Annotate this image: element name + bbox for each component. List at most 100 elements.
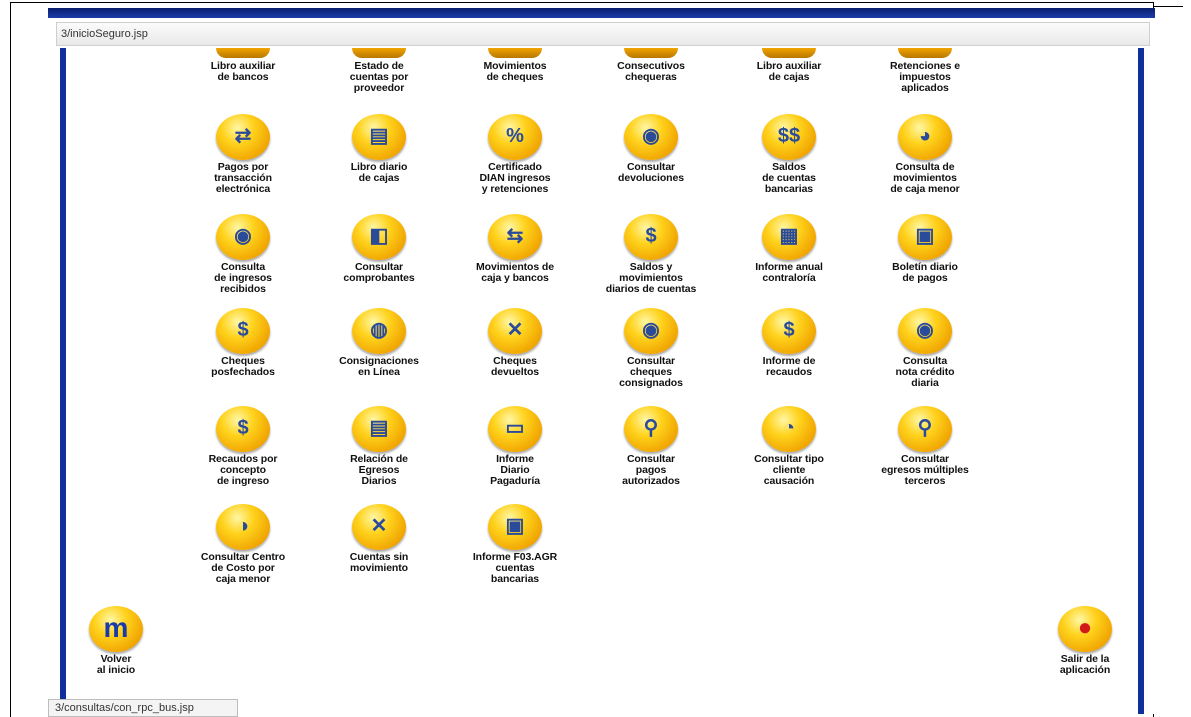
menu-item-consecutivos-chequeras[interactable]: Consecutivos chequeras	[586, 48, 716, 83]
menu-item-label: Saldos y movimientos diarios de cuentas	[605, 261, 697, 295]
menu-item-label: Cheques devueltos	[490, 355, 540, 378]
menu-item-label: Informe F03.AGR cuentas bancarias	[472, 551, 558, 585]
frame-top	[10, 2, 1153, 3]
petty-cash-search-icon: ◕	[898, 114, 952, 160]
cash-register-icon: ▤	[352, 114, 406, 160]
menu-item-label: Informe de recaudos	[762, 355, 816, 378]
authorized-payment-search-icon: ⚲	[624, 406, 678, 452]
daily-balance-icon: $	[624, 214, 678, 260]
menu-item-recaudos-concepto-ingreso[interactable]: $ Recaudos por concepto de ingreso	[178, 406, 308, 487]
certificate-icon: %	[488, 114, 542, 160]
exit-application-label: Salir de la aplicación	[1059, 653, 1111, 676]
client-type-search-icon: ◔	[762, 406, 816, 452]
credit-note-search-icon: ◉	[898, 308, 952, 354]
menu-item-estado-cuentas-proveedor[interactable]: Estado de cuentas por proveedor	[314, 48, 444, 94]
menu-item-label: Libro diario de cajas	[350, 161, 408, 184]
postdated-check-icon: $	[216, 308, 270, 354]
menu-item-saldos-movimientos-diarios[interactable]: $ Saldos y movimientos diarios de cuentas	[586, 214, 716, 295]
daily-expenses-icon: ▤	[352, 406, 406, 452]
menu-item-label: Recaudos por concepto de ingreso	[208, 453, 278, 487]
menu-item-label: Cheques posfechados	[211, 355, 275, 378]
menu-item-label: Consignaciones en Línea	[339, 355, 419, 378]
menu-item-label: Movimientos de caja y bancos	[476, 261, 554, 284]
menu-item-consulta-ingresos-recibidos[interactable]: ◉ Consulta de ingresos recibidos	[178, 214, 308, 295]
menu-item-consultar-comprobantes[interactable]: ◧ Consultar comprobantes	[314, 214, 444, 284]
menu-item-label: Movimientos de cheques	[483, 60, 547, 83]
menu-item-consultar-tipo-cliente-causacion[interactable]: ◔ Consultar tipo cliente causación	[724, 406, 854, 487]
menu-item-label: Consultar pagos autorizados	[622, 453, 680, 487]
bank-balance-icon: $$	[762, 114, 816, 160]
daily-bulletin-icon: ▣	[898, 214, 952, 260]
menu-item-label: Consultar cheques consignados	[619, 355, 683, 389]
exit-icon: ●	[1058, 606, 1112, 652]
menu-item-label: Certificado DIAN ingresos y retenciones	[479, 161, 551, 195]
back-to-home-button[interactable]: m Volver al inicio	[66, 606, 166, 676]
menu-item-boletin-diario-pagos[interactable]: ▣ Boletín diario de pagos	[860, 214, 990, 284]
home-m-icon: m	[89, 606, 143, 652]
menu-item-libro-auxiliar-bancos[interactable]: Libro auxiliar de bancos	[178, 48, 308, 83]
cost-center-search-icon: ◑	[216, 504, 270, 550]
voucher-search-icon: ◧	[352, 214, 406, 260]
menu-item-movimientos-cheques[interactable]: Movimientos de cheques	[450, 48, 580, 83]
menu-item-label: Informe Diario Pagaduría	[490, 453, 540, 487]
browser-window: 3/inicioSeguro.jsp Libro auxiliar de ban…	[48, 8, 1155, 717]
menu-item-informe-anual-contraloria[interactable]: ▦ Informe anual contraloría	[724, 214, 854, 284]
menu-item-informe-recaudos[interactable]: $ Informe de recaudos	[724, 308, 854, 378]
menu-item-certificado-dian[interactable]: % Certificado DIAN ingresos y retenciones	[450, 114, 580, 195]
deposited-check-search-icon: ◉	[624, 308, 678, 354]
menu-item-libro-auxiliar-cajas[interactable]: Libro auxiliar de cajas	[724, 48, 854, 83]
menu-item-consultar-pagos-autorizados[interactable]: ⚲ Consultar pagos autorizados	[586, 406, 716, 487]
menu-item-informe-f03-agr[interactable]: ▣ Informe F03.AGR cuentas bancarias	[450, 504, 580, 585]
menu-item-consultar-cheques-consignados[interactable]: ◉ Consultar cheques consignados	[586, 308, 716, 389]
menu-item-label: Consulta de movimientos de caja menor	[890, 161, 960, 195]
multiple-third-party-icon: ⚲	[898, 406, 952, 452]
menu-item-label: Informe anual contraloría	[755, 261, 823, 284]
menu-item-consulta-movimientos-caja-menor[interactable]: ◕ Consulta de movimientos de caja menor	[860, 114, 990, 195]
collection-concept-icon: $	[216, 406, 270, 452]
bank-accounts-report-icon: ▣	[488, 504, 542, 550]
menu-item-cheques-devueltos[interactable]: ✕ Cheques devueltos	[450, 308, 580, 378]
cash-book-icon	[762, 48, 816, 58]
menu-item-retenciones-impuestos[interactable]: Retenciones e impuestos aplicados	[860, 48, 990, 94]
cash-bank-movement-icon: ⇆	[488, 214, 542, 260]
menu-item-consultar-centro-costo-caja-menor[interactable]: ◑ Consultar Centro de Costo por caja meno…	[178, 504, 308, 585]
menu-item-label: Consulta nota crédito diaria	[895, 355, 955, 389]
checks-movement-icon	[488, 48, 542, 58]
menu-item-consultar-egresos-multiples-terceros[interactable]: ⚲ Consultar egresos múltiples terceros	[860, 406, 990, 487]
address-bar[interactable]: 3/inicioSeguro.jsp	[56, 22, 1150, 46]
menu-item-label: Pagos por transacción electrónica	[214, 161, 272, 195]
menu-item-cheques-posfechados[interactable]: $ Cheques posfechados	[178, 308, 308, 378]
menu-item-label: Retenciones e impuestos aplicados	[890, 60, 960, 94]
menu-item-libro-diario-cajas[interactable]: ▤ Libro diario de cajas	[314, 114, 444, 184]
refund-search-icon: ◉	[624, 114, 678, 160]
menu-item-consignaciones-en-linea[interactable]: ◍ Consignaciones en Línea	[314, 308, 444, 378]
income-search-icon: ◉	[216, 214, 270, 260]
exit-application-button[interactable]: ● Salir de la aplicación	[1032, 606, 1138, 676]
menu-item-saldos-cuentas-bancarias[interactable]: $$ Saldos de cuentas bancarias	[724, 114, 854, 195]
menu-item-label: Libro auxiliar de bancos	[210, 60, 276, 83]
supplier-account-icon	[352, 48, 406, 58]
checkbook-icon	[624, 48, 678, 58]
menu-item-label: Cuentas sin movimiento	[349, 551, 409, 574]
annual-report-icon: ▦	[762, 214, 816, 260]
bank-book-icon	[216, 48, 270, 58]
menu-item-label: Saldos de cuentas bancarias	[762, 161, 816, 195]
menu-item-movimientos-caja-bancos[interactable]: ⇆ Movimientos de caja y bancos	[450, 214, 580, 284]
inactive-accounts-icon: ✕	[352, 504, 406, 550]
menu-item-consulta-nota-credito-diaria[interactable]: ◉ Consulta nota crédito diaria	[860, 308, 990, 389]
frame-tick	[1153, 6, 1183, 7]
window-top-strip	[48, 8, 1155, 18]
menu-item-label: Consultar comprobantes	[343, 261, 415, 284]
menu-item-relacion-egresos-diarios[interactable]: ▤ Relación de Egresos Diarios	[314, 406, 444, 487]
menu-item-label: Consecutivos chequeras	[617, 60, 685, 83]
menu-item-label: Boletín diario de pagos	[892, 261, 958, 284]
status-bar: 3/consultas/con_rpc_bus.jsp	[48, 699, 238, 717]
menu-item-informe-diario-pagaduria[interactable]: ▭ Informe Diario Pagaduría	[450, 406, 580, 487]
payroll-report-icon: ▭	[488, 406, 542, 452]
tax-icon	[898, 48, 952, 58]
menu-item-label: Consultar devoluciones	[618, 161, 684, 184]
menu-item-label: Estado de cuentas por proveedor	[349, 60, 409, 94]
menu-item-pagos-transaccion-electronica[interactable]: ⇄ Pagos por transacción electrónica	[178, 114, 308, 195]
menu-item-cuentas-sin-movimiento[interactable]: ✕ Cuentas sin movimiento	[314, 504, 444, 574]
menu-item-consultar-devoluciones[interactable]: ◉ Consultar devoluciones	[586, 114, 716, 184]
